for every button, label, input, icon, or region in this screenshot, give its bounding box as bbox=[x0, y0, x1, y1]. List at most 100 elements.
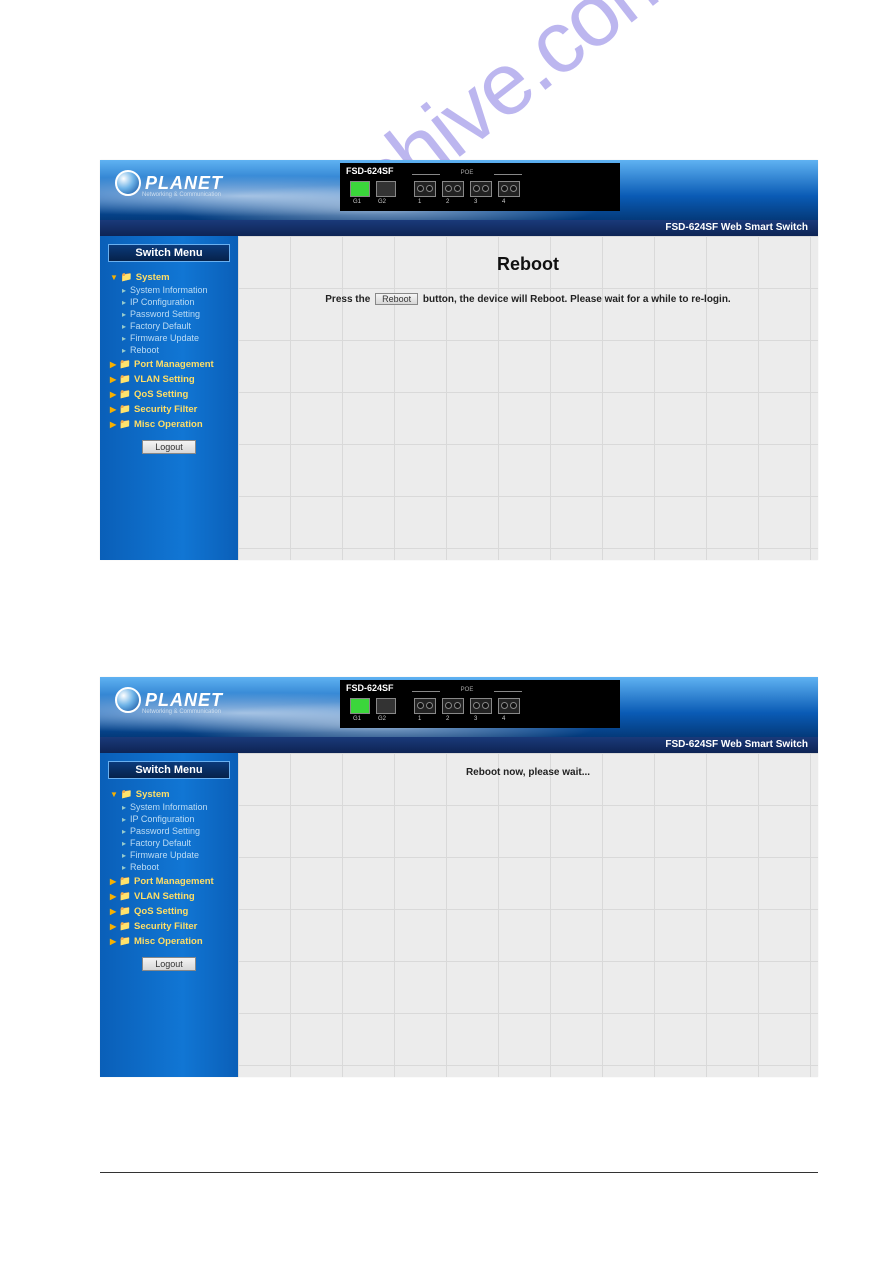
brand-tagline: Networking & Communication bbox=[142, 709, 221, 715]
sidebar-item-port-management[interactable]: ▶📁Port Management bbox=[110, 359, 238, 370]
sidebar-item-misc-operation[interactable]: ▶📁Misc Operation bbox=[110, 936, 238, 947]
brand-tagline: Networking & Communication bbox=[142, 192, 221, 198]
sidebar-sub-factory-default[interactable]: ▸Factory Default bbox=[122, 838, 238, 848]
sidebar-item-vlan-setting[interactable]: ▶📁VLAN Setting bbox=[110, 891, 238, 902]
folder-icon: 📁 bbox=[119, 936, 131, 947]
triangle-right-icon: ▶ bbox=[110, 892, 116, 901]
menu-header: Switch Menu bbox=[108, 761, 230, 779]
sidebar-item-misc-operation[interactable]: ▶📁Misc Operation bbox=[110, 419, 238, 430]
logout-button[interactable]: Logout bbox=[142, 957, 196, 971]
poe-label: POE bbox=[414, 170, 520, 176]
sidebar-sub-password-setting[interactable]: ▸Password Setting bbox=[122, 309, 238, 319]
logout-button[interactable]: Logout bbox=[142, 440, 196, 454]
reboot-instruction: Press the Reboot button, the device will… bbox=[238, 293, 818, 305]
sidebar-item-security-filter[interactable]: ▶📁Security Filter bbox=[110, 404, 238, 415]
port-2-icon bbox=[442, 698, 464, 714]
sidebar-sub-system-information[interactable]: ▸System Information bbox=[122, 285, 238, 295]
model-label: FSD-624SF bbox=[346, 166, 394, 176]
triangle-right-icon: ▶ bbox=[110, 420, 116, 429]
triangle-down-icon: ▼ bbox=[110, 273, 118, 282]
port-g1-icon bbox=[350, 181, 370, 197]
port-label: 3 bbox=[474, 199, 477, 205]
menu-header: Switch Menu bbox=[108, 244, 230, 262]
port-4-icon bbox=[498, 181, 520, 197]
port-g1-icon bbox=[350, 698, 370, 714]
footer-divider bbox=[100, 1172, 818, 1173]
sidebar-sub-reboot[interactable]: ▸Reboot bbox=[122, 345, 238, 355]
port-1-icon bbox=[414, 698, 436, 714]
sidebar-item-vlan-setting[interactable]: ▶📁VLAN Setting bbox=[110, 374, 238, 385]
sidebar-item-system[interactable]: ▼📁System bbox=[110, 789, 238, 800]
folder-icon: 📁 bbox=[121, 272, 133, 283]
sidebar: Switch Menu ▼📁System ▸System Information… bbox=[100, 753, 238, 1077]
port-label: G1 bbox=[353, 716, 361, 722]
header-banner: PLANET Networking & Communication FSD-62… bbox=[100, 677, 818, 737]
title-bar: FSD-624SF Web Smart Switch bbox=[100, 220, 818, 236]
port-label: G2 bbox=[378, 716, 386, 722]
folder-icon: 📁 bbox=[119, 374, 131, 385]
sidebar-item-security-filter[interactable]: ▶📁Security Filter bbox=[110, 921, 238, 932]
port-3-icon bbox=[470, 698, 492, 714]
reboot-button[interactable]: Reboot bbox=[375, 293, 418, 305]
triangle-right-icon: ▶ bbox=[110, 375, 116, 384]
bullet-icon: ▸ bbox=[122, 346, 126, 355]
sidebar-sub-firmware-update[interactable]: ▸Firmware Update bbox=[122, 333, 238, 343]
bullet-icon: ▸ bbox=[122, 851, 126, 860]
header-banner: PLANET Networking & Communication FSD-62… bbox=[100, 160, 818, 220]
port-g2-icon bbox=[376, 181, 396, 197]
folder-icon: 📁 bbox=[119, 921, 131, 932]
folder-icon: 📁 bbox=[119, 906, 131, 917]
triangle-right-icon: ▶ bbox=[110, 390, 116, 399]
sidebar-sub-ip-configuration[interactable]: ▸IP Configuration bbox=[122, 297, 238, 307]
port-3-icon bbox=[470, 181, 492, 197]
bullet-icon: ▸ bbox=[122, 863, 126, 872]
reboot-status-message: Reboot now, please wait... bbox=[238, 767, 818, 778]
content-area: Reboot now, please wait... bbox=[238, 753, 818, 1077]
bullet-icon: ▸ bbox=[122, 827, 126, 836]
device-port-panel: FSD-624SF POE G1 G2 1 2 bbox=[340, 163, 620, 211]
folder-icon: 📁 bbox=[119, 419, 131, 430]
folder-icon: 📁 bbox=[119, 876, 131, 887]
sidebar: Switch Menu ▼📁System ▸System Information… bbox=[100, 236, 238, 560]
port-label: G1 bbox=[353, 199, 361, 205]
page-title: Reboot bbox=[238, 254, 818, 275]
port-label: 4 bbox=[502, 199, 505, 205]
title-bar: FSD-624SF Web Smart Switch bbox=[100, 737, 818, 753]
port-label: 2 bbox=[446, 716, 449, 722]
sidebar-sub-password-setting[interactable]: ▸Password Setting bbox=[122, 826, 238, 836]
sidebar-sub-factory-default[interactable]: ▸Factory Default bbox=[122, 321, 238, 331]
device-port-panel: FSD-624SF POE G1 G2 1 2 bbox=[340, 680, 620, 728]
sidebar-sub-system-information[interactable]: ▸System Information bbox=[122, 802, 238, 812]
port-label: 2 bbox=[446, 199, 449, 205]
bullet-icon: ▸ bbox=[122, 334, 126, 343]
content-area: Reboot Press the Reboot button, the devi… bbox=[238, 236, 818, 560]
triangle-right-icon: ▶ bbox=[110, 937, 116, 946]
triangle-right-icon: ▶ bbox=[110, 877, 116, 886]
port-1-icon bbox=[414, 181, 436, 197]
triangle-right-icon: ▶ bbox=[110, 922, 116, 931]
sidebar-item-qos-setting[interactable]: ▶📁QoS Setting bbox=[110, 389, 238, 400]
port-label: 3 bbox=[474, 716, 477, 722]
folder-icon: 📁 bbox=[119, 359, 131, 370]
bullet-icon: ▸ bbox=[122, 815, 126, 824]
screenshot-rebooting-page: PLANET Networking & Communication FSD-62… bbox=[100, 677, 818, 1077]
sidebar-item-port-management[interactable]: ▶📁Port Management bbox=[110, 876, 238, 887]
sidebar-item-system[interactable]: ▼📁System bbox=[110, 272, 238, 283]
sidebar-item-qos-setting[interactable]: ▶📁QoS Setting bbox=[110, 906, 238, 917]
globe-icon bbox=[115, 170, 141, 196]
folder-icon: 📁 bbox=[119, 404, 131, 415]
port-g2-icon bbox=[376, 698, 396, 714]
bullet-icon: ▸ bbox=[122, 298, 126, 307]
sidebar-sub-firmware-update[interactable]: ▸Firmware Update bbox=[122, 850, 238, 860]
port-label: 1 bbox=[418, 199, 421, 205]
sidebar-sub-reboot[interactable]: ▸Reboot bbox=[122, 862, 238, 872]
triangle-right-icon: ▶ bbox=[110, 907, 116, 916]
bullet-icon: ▸ bbox=[122, 803, 126, 812]
bullet-icon: ▸ bbox=[122, 839, 126, 848]
port-label: G2 bbox=[378, 199, 386, 205]
port-label: 4 bbox=[502, 716, 505, 722]
folder-icon: 📁 bbox=[119, 891, 131, 902]
bullet-icon: ▸ bbox=[122, 286, 126, 295]
bullet-icon: ▸ bbox=[122, 310, 126, 319]
sidebar-sub-ip-configuration[interactable]: ▸IP Configuration bbox=[122, 814, 238, 824]
